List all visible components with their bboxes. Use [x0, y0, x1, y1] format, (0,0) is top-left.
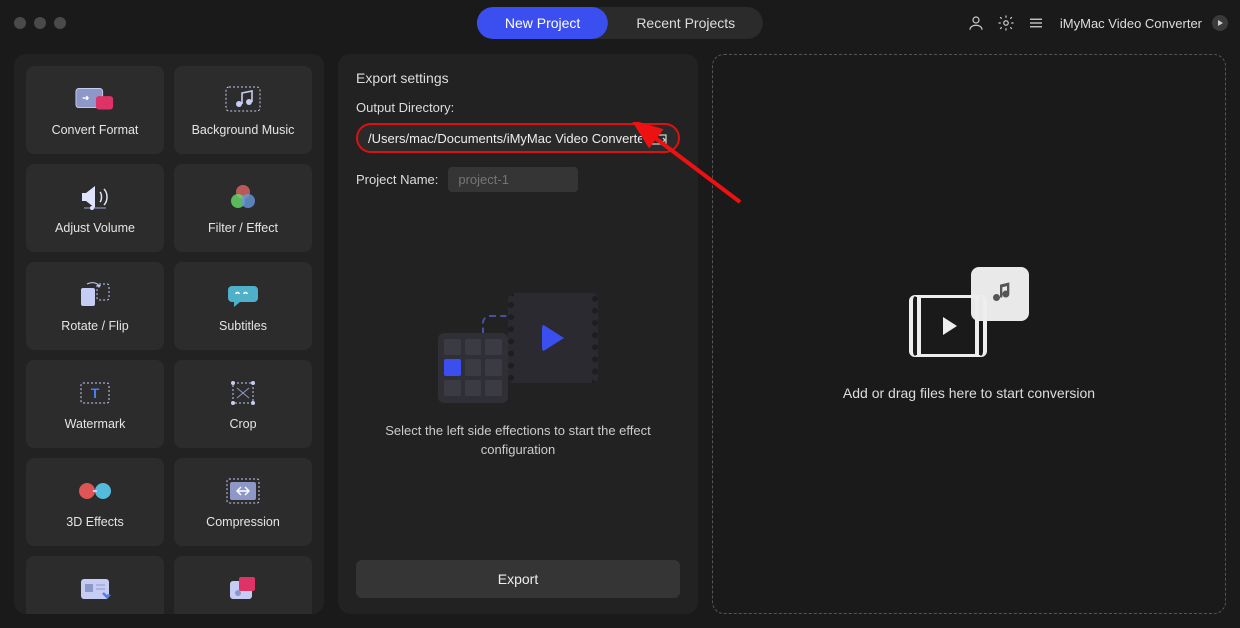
tool-3d-effects[interactable]: 3D Effects	[26, 458, 164, 546]
screenshot-icon	[223, 573, 263, 605]
drop-hint: Add or drag files here to start conversi…	[843, 385, 1095, 401]
export-button[interactable]: Export	[356, 560, 680, 598]
tool-adjust-volume[interactable]: Adjust Volume	[26, 164, 164, 252]
titlebar-right: iMyMac Video Converter	[966, 13, 1228, 33]
app-name: iMyMac Video Converter	[1060, 16, 1202, 31]
convert-format-icon	[75, 83, 115, 115]
app-play-icon	[1212, 15, 1228, 31]
background-music-icon	[223, 83, 263, 115]
filter-effect-icon	[223, 181, 263, 213]
titlebar: New Project Recent Projects iMyMac Video…	[0, 0, 1240, 46]
tools-panel: Convert Format Background Music Adjust V…	[14, 54, 324, 614]
tool-screenshot[interactable]: Screenshot	[174, 556, 312, 614]
tool-watermark[interactable]: T Watermark	[26, 360, 164, 448]
id3-icon	[75, 573, 115, 605]
subtitles-icon	[223, 279, 263, 311]
tool-label: Crop	[229, 417, 256, 431]
watermark-icon: T	[75, 377, 115, 409]
export-preview: Select the left side effections to start…	[356, 192, 680, 560]
tab-new-project[interactable]: New Project	[477, 7, 608, 39]
menu-icon[interactable]	[1026, 13, 1046, 33]
settings-icon[interactable]	[996, 13, 1016, 33]
project-tabs: New Project Recent Projects	[477, 7, 763, 39]
tool-label: Rotate / Flip	[61, 319, 128, 333]
drop-illustration	[909, 267, 1029, 357]
close-dot[interactable]	[14, 17, 26, 29]
tool-label: Screenshot	[211, 613, 274, 614]
tool-rotate-flip[interactable]: Rotate / Flip	[26, 262, 164, 350]
tool-label: Subtitles	[219, 319, 267, 333]
rotate-flip-icon	[75, 279, 115, 311]
drop-zone[interactable]: Add or drag files here to start conversi…	[712, 54, 1226, 614]
output-dir-field[interactable]: /Users/mac/Documents/iMyMac Video Conver…	[356, 123, 680, 153]
adjust-volume-icon	[75, 181, 115, 213]
tool-label: Compression	[206, 515, 280, 529]
3d-effects-icon	[75, 475, 115, 507]
account-icon[interactable]	[966, 13, 986, 33]
crop-icon	[223, 377, 263, 409]
export-panel: Export settings Output Directory: /Users…	[338, 54, 698, 614]
tool-id3[interactable]: ID3	[26, 556, 164, 614]
minimize-dot[interactable]	[34, 17, 46, 29]
tool-compression[interactable]: Compression	[174, 458, 312, 546]
browse-folder-icon[interactable]	[650, 130, 668, 146]
tool-label: Watermark	[65, 417, 126, 431]
tab-recent-projects[interactable]: Recent Projects	[608, 7, 763, 39]
tool-background-music[interactable]: Background Music	[174, 66, 312, 154]
tool-subtitles[interactable]: Subtitles	[174, 262, 312, 350]
tool-label: ID3	[85, 613, 104, 614]
output-dir-label: Output Directory:	[356, 100, 680, 115]
tool-label: Adjust Volume	[55, 221, 135, 235]
tool-convert-format[interactable]: Convert Format	[26, 66, 164, 154]
maximize-dot[interactable]	[54, 17, 66, 29]
tool-label: 3D Effects	[66, 515, 123, 529]
compression-icon	[223, 475, 263, 507]
export-illustration	[438, 293, 598, 403]
export-title: Export settings	[356, 70, 680, 86]
export-description: Select the left side effections to start…	[378, 421, 658, 460]
window-controls	[14, 17, 66, 29]
svg-text:T: T	[91, 385, 100, 401]
output-dir-value: /Users/mac/Documents/iMyMac Video Conver…	[368, 131, 642, 146]
tool-label: Convert Format	[52, 123, 139, 137]
project-name-input[interactable]	[448, 167, 578, 192]
project-name-label: Project Name:	[356, 172, 438, 187]
tool-crop[interactable]: Crop	[174, 360, 312, 448]
tool-filter-effect[interactable]: Filter / Effect	[174, 164, 312, 252]
tool-label: Filter / Effect	[208, 221, 278, 235]
tool-label: Background Music	[192, 123, 295, 137]
